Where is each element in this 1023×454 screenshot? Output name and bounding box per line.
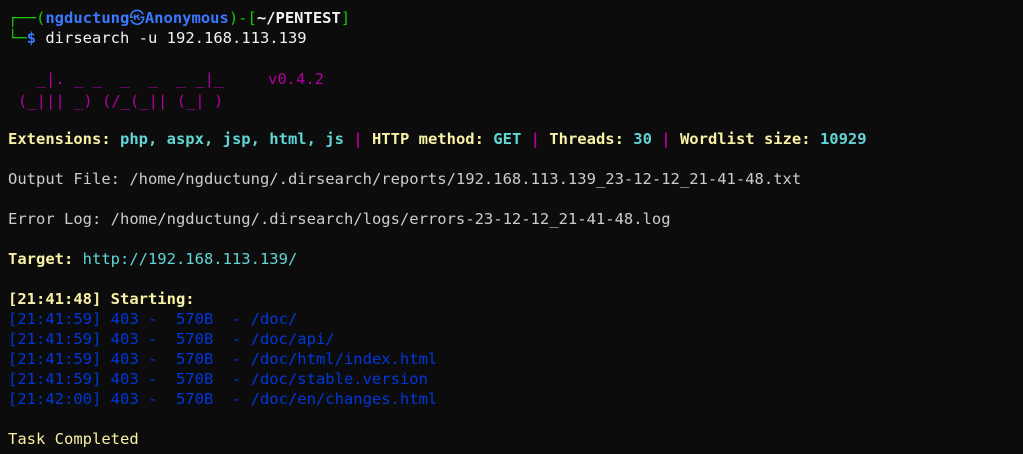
terminal-window[interactable]: { "prompt": { "box_top": "┌──(", "user":… [0,0,1023,454]
prompt-path: ~/PENTEST [256,9,341,27]
config-line: Extensions: php, aspx, jsp, html, js | H… [8,129,867,149]
result-row: [21:41:59] 403 - 570B - /doc/api/ [8,330,335,348]
prompt-line: ┌──(ngductung㉿Anonymous)-[~/PENTEST] [8,8,350,28]
threads-label: Threads: [549,130,634,148]
error-log-line: Error Log: /home/ngductung/.dirsearch/lo… [8,210,671,228]
prompt-user: ngductung [45,9,130,27]
pipe-separator: | [521,130,550,148]
logo-line-1: _|. _ _ _ _ _ _|_ [18,70,224,88]
pipe-separator: | [651,130,680,148]
result-row: [21:41:59] 403 - 570B - /doc/stable.vers… [8,370,428,388]
starting-line: [21:41:48] Starting: [8,290,195,308]
prompt-host: Anonymous [144,9,229,27]
command-text[interactable]: dirsearch -u 192.168.113.139 [36,29,306,47]
dirsearch-logo: _|. _ _ _ _ _ _|_ (_||| _) (/_(_|| (_| ) [18,68,223,112]
logo-line-2: (_||| _) (/_(_|| (_| ) [18,92,224,110]
target-line: Target: http://192.168.113.139/ [8,249,297,269]
method-value: GET [493,130,522,148]
output-file-line: Output File: /home/ngductung/.dirsearch/… [8,170,802,188]
version-label: v0.4.2 [268,70,324,88]
target-url: http://192.168.113.139/ [82,250,298,268]
threads-value: 30 [633,130,652,148]
target-label: Target: [8,250,83,268]
result-row: [21:41:59] 403 - 570B - /doc/ [8,310,298,328]
wordlist-label: Wordlist size: [679,130,820,148]
result-row: [21:41:59] 403 - 570B - /doc/html/index.… [8,350,438,368]
prompt-box-bottom: └─ [8,29,27,47]
command-line: └─$ dirsearch -u 192.168.113.139 [8,28,307,48]
prompt-separator: ㉿ [129,9,145,27]
prompt-box-top: ┌──( [8,9,46,27]
wordlist-value: 10929 [819,130,867,148]
pipe-separator: | [343,130,372,148]
extensions-label: Extensions: [8,130,120,148]
prompt-mid: )-[ [228,9,257,27]
method-label: HTTP method: [371,130,494,148]
task-completed-line: Task Completed [8,430,139,448]
result-row: [21:42:00] 403 - 570B - /doc/en/changes.… [8,390,438,408]
prompt-close: ] [340,9,351,27]
extensions-value: php, aspx, jsp, html, js [119,130,344,148]
prompt-symbol: $ [26,29,37,47]
